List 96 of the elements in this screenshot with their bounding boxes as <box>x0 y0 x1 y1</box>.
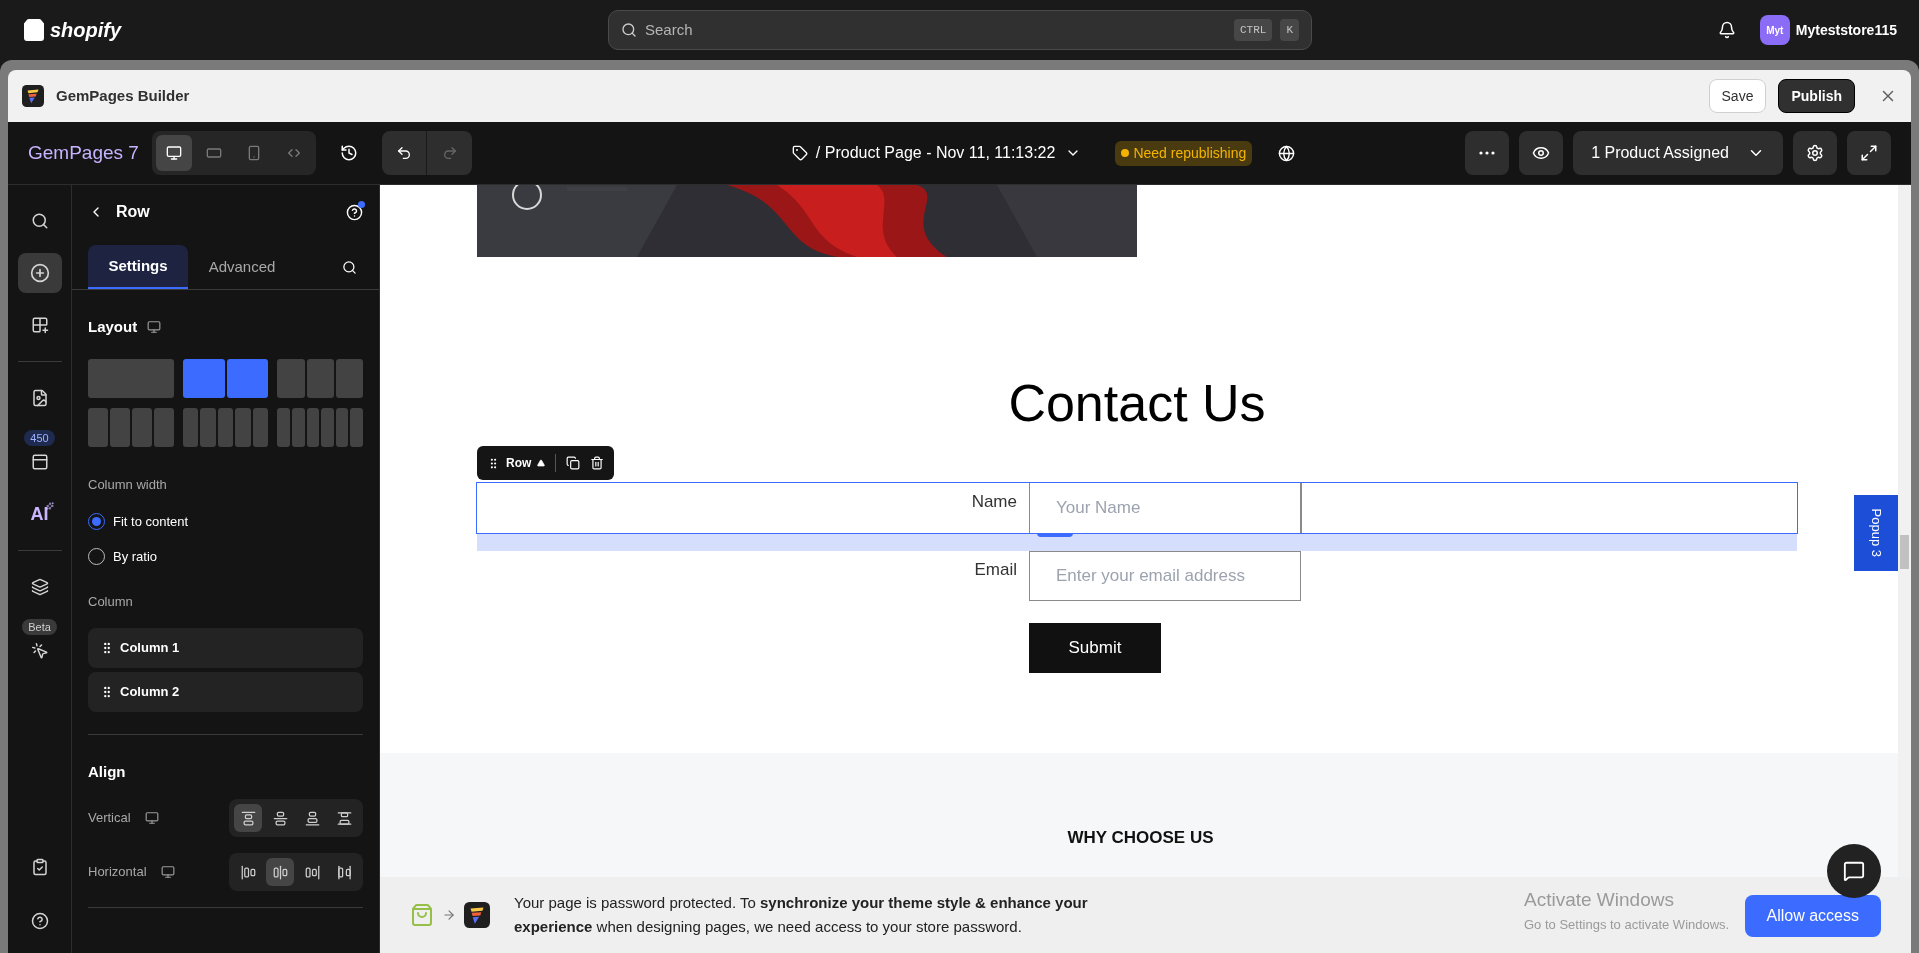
align-icon <box>336 810 352 826</box>
image-file-icon <box>30 389 49 407</box>
scrollbar-thumb <box>1900 535 1909 569</box>
align-icon <box>272 864 288 880</box>
save-button[interactable]: Save <box>1708 79 1767 113</box>
section-title: Align <box>88 761 127 782</box>
redo-icon <box>441 145 458 161</box>
device-toggle[interactable] <box>156 135 192 171</box>
field-label: Column <box>88 593 134 611</box>
app-logo-icon <box>22 85 44 107</box>
beta-badge: Beta <box>22 619 57 635</box>
banner-message: Your page is password protected. To synchronize your theme style & enhance your experience when designing pages, we need access to your store password. <box>514 893 1089 937</box>
allow-access-button[interactable]: Allow access <box>1744 895 1881 937</box>
chat-icon <box>1843 860 1865 882</box>
section-title: Layout <box>88 317 138 337</box>
shopify-bag-icon <box>22 18 46 42</box>
input-field[interactable]: Enter your email address <box>1029 551 1301 601</box>
search-field[interactable]: Search CTRL K <box>608 10 1312 50</box>
radio-option[interactable]: Fit to content <box>88 512 189 532</box>
key-hint: CTRL <box>1234 18 1273 42</box>
sidebar-tool-button[interactable] <box>17 253 62 293</box>
undo-icon <box>396 145 412 161</box>
submit-button[interactable]: Submit <box>1029 623 1161 673</box>
align-option[interactable] <box>234 804 262 832</box>
panel-title: Row <box>116 202 150 222</box>
layout-option[interactable] <box>182 358 269 398</box>
fullscreen-button[interactable] <box>1847 131 1891 175</box>
preview-button[interactable] <box>1519 131 1564 175</box>
field-label: Column width <box>88 475 168 494</box>
key-hint: K <box>1280 18 1299 42</box>
gempages-logo-icon <box>464 902 490 928</box>
field-label: Horizontal <box>88 863 147 882</box>
field-label: Name <box>970 491 1018 513</box>
settings-icon <box>1806 144 1824 162</box>
elements-icon <box>30 316 49 334</box>
pointer-click-icon <box>30 642 49 660</box>
activation-notice-text: Go to Settings to activate Windows. <box>1524 915 1731 934</box>
count-badge: 450 <box>24 430 55 446</box>
eye-icon <box>1532 144 1551 162</box>
section-heading: WHY CHOOSE US <box>1067 827 1214 849</box>
panel-tab[interactable]: Advanced <box>192 245 292 289</box>
column-item[interactable]: Column 2 <box>120 681 180 702</box>
delete-icon[interactable] <box>590 456 605 470</box>
caret-icon[interactable] <box>537 459 546 467</box>
shopify-logo: shopify <box>50 18 122 43</box>
brand-name: GemPages 7 <box>28 140 140 165</box>
align-icon <box>272 810 288 826</box>
template-icon <box>30 453 49 471</box>
history-icon[interactable] <box>340 144 358 162</box>
tag-icon <box>791 145 808 161</box>
row-label[interactable]: Row <box>506 454 532 472</box>
help-icon <box>30 912 49 930</box>
store-avatar: Myt <box>1759 15 1790 45</box>
notification-bell-icon[interactable] <box>1717 21 1736 39</box>
field-label: Vertical <box>88 809 131 828</box>
align-icon <box>304 810 320 826</box>
align-icon <box>304 864 320 880</box>
publish-button[interactable]: Publish <box>1778 79 1855 113</box>
desktop-icon <box>144 811 159 825</box>
radio-option[interactable]: By ratio <box>88 546 158 566</box>
search-icon[interactable] <box>342 260 357 275</box>
column-item[interactable]: Column 1 <box>120 637 180 658</box>
align-icon <box>240 864 256 880</box>
align-option[interactable] <box>266 858 294 886</box>
store-name[interactable]: Myteststore115 <box>1795 19 1897 41</box>
align-icon <box>240 810 256 826</box>
tablet-icon <box>206 145 222 161</box>
status-badge: Need republishing <box>1115 140 1253 166</box>
expand-icon <box>1860 144 1878 162</box>
desktop-icon <box>166 145 182 161</box>
help-icon[interactable] <box>346 203 363 221</box>
section-heading: Contact Us <box>1007 373 1267 434</box>
add-icon <box>29 263 50 283</box>
layers-icon <box>30 578 49 596</box>
align-icon <box>336 864 352 880</box>
popup-tab[interactable]: Popup 3 <box>1854 495 1898 571</box>
search-icon <box>30 212 49 230</box>
more-icon <box>1479 151 1496 155</box>
page-title[interactable]: / Product Page - Nov 11, 11:13:22 <box>815 141 1056 165</box>
input-field[interactable]: Your Name <box>1029 483 1301 533</box>
window-title: GemPages Builder <box>56 85 190 106</box>
activation-notice-title: Activate Windows <box>1524 888 1675 912</box>
phone-icon <box>246 145 262 161</box>
ai-button[interactable]: AI <box>17 494 62 534</box>
search-input[interactable]: Search <box>645 18 1226 42</box>
globe-icon[interactable] <box>1278 144 1296 162</box>
product-assigned-dropdown[interactable]: 1 Product Assigned <box>1573 131 1783 175</box>
panel-tab[interactable]: Settings <box>88 245 188 289</box>
field-label: Email <box>973 559 1018 581</box>
clipboard-check-icon <box>30 858 49 876</box>
desktop-icon <box>160 865 175 879</box>
desktop-icon <box>147 320 162 335</box>
shopify-bag-icon <box>410 903 434 927</box>
duplicate-icon[interactable] <box>566 456 581 470</box>
search-icon <box>621 22 637 38</box>
settings-button[interactable] <box>1793 131 1837 175</box>
